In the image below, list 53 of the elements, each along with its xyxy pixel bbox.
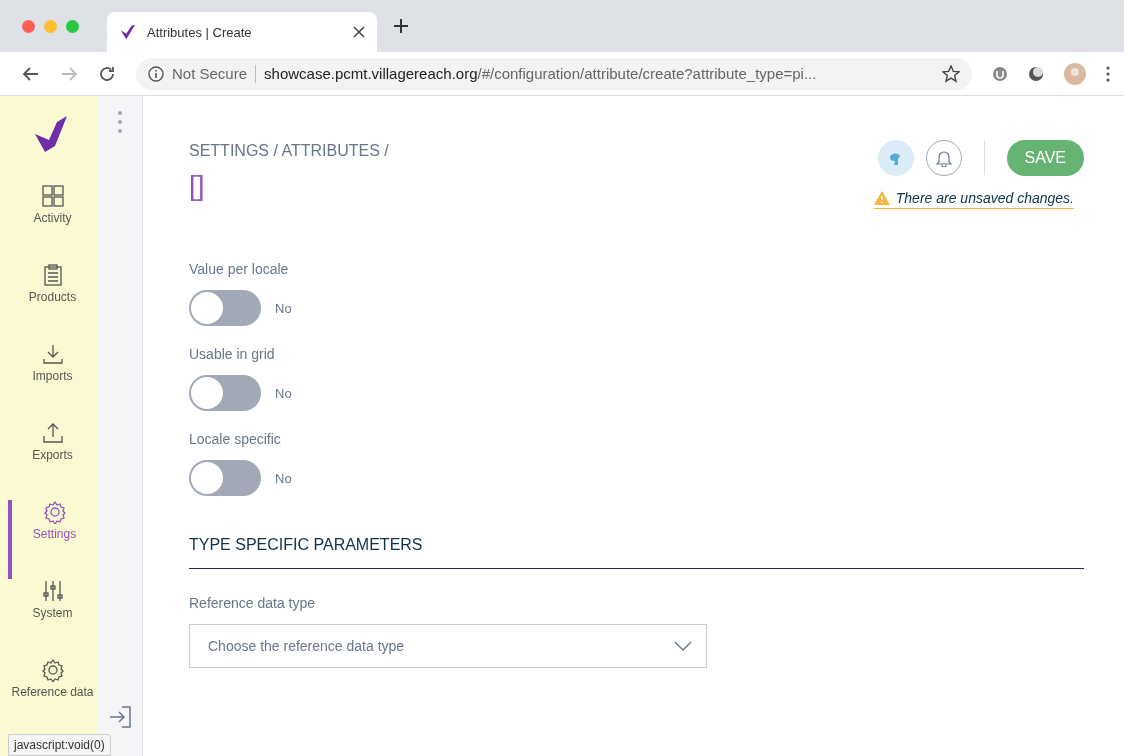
tab-title: Attributes | Create	[147, 24, 253, 40]
sidebar-item[interactable]: Products	[8, 263, 97, 342]
toggle-value: No	[275, 300, 292, 316]
sidebar-item[interactable]: Reference data	[8, 658, 97, 737]
plus-icon[interactable]	[393, 18, 409, 34]
sliders-icon	[40, 579, 65, 603]
reload-icon[interactable]	[98, 64, 116, 83]
section-title: TYPE SPECIFIC PARAMETERS	[189, 536, 1084, 569]
url-text: showcase.pcmt.villagereach.org/#/configuration/attribute/create?attribute_type=pi...	[264, 65, 818, 82]
breadcrumb: SETTINGS / ATTRIBUTES /	[189, 142, 389, 160]
warning-icon	[873, 191, 890, 205]
settings-icon	[42, 500, 67, 524]
forward-arrow-icon[interactable]	[60, 64, 78, 83]
help-icon[interactable]	[877, 140, 914, 176]
avatar-icon[interactable]	[1064, 62, 1086, 85]
sidebar-item[interactable]: Exports	[8, 421, 97, 500]
extension-icon[interactable]	[1028, 65, 1044, 82]
logo-icon	[119, 23, 137, 41]
settings-icon	[40, 658, 65, 682]
field-label: Locale specific	[189, 431, 282, 447]
toggle-switch[interactable]	[189, 460, 261, 496]
info-icon[interactable]	[148, 65, 164, 82]
notification-bell-icon[interactable]	[925, 140, 962, 176]
more-icon[interactable]	[117, 110, 122, 134]
toggle-switch[interactable]	[189, 375, 261, 411]
close-icon[interactable]	[353, 26, 365, 38]
logout-icon[interactable]	[107, 706, 132, 728]
sidebar-item[interactable]: System	[8, 579, 97, 658]
maximize-window-icon[interactable]	[66, 19, 79, 33]
toggle-switch[interactable]	[189, 290, 261, 326]
security-label: Not Secure	[172, 65, 248, 82]
field-label: Usable in grid	[189, 346, 276, 362]
warning-text: There are unsaved changes.	[895, 190, 1074, 206]
reference-data-type-select[interactable]: Choose the reference data type	[189, 624, 707, 668]
toggle-value: No	[275, 385, 292, 401]
back-arrow-icon[interactable]	[22, 64, 40, 83]
page-title: []	[189, 170, 206, 202]
close-window-icon[interactable]	[22, 19, 35, 33]
chevron-down-icon	[674, 641, 692, 651]
status-link-tooltip: javascript:void(0)	[8, 734, 111, 756]
sidebar-item[interactable]: Imports	[8, 342, 97, 421]
star-icon[interactable]	[942, 64, 960, 83]
field-label: Value per locale	[189, 261, 290, 277]
address-bar[interactable]: Not Secure showcase.pcmt.villagereach.org/#/configuration/attribute/create?attribute_type=pi...	[136, 57, 972, 90]
upload-icon	[40, 421, 65, 445]
grid-icon	[40, 184, 65, 208]
sidebar-item[interactable]: Activity	[8, 184, 97, 263]
extension-icon[interactable]	[992, 65, 1008, 82]
menu-icon[interactable]	[1106, 65, 1110, 82]
browser-tab[interactable]: Attributes | Create	[107, 12, 377, 52]
download-icon	[40, 342, 65, 366]
toggle-value: No	[275, 470, 292, 486]
field-label: Reference data type	[189, 595, 317, 611]
